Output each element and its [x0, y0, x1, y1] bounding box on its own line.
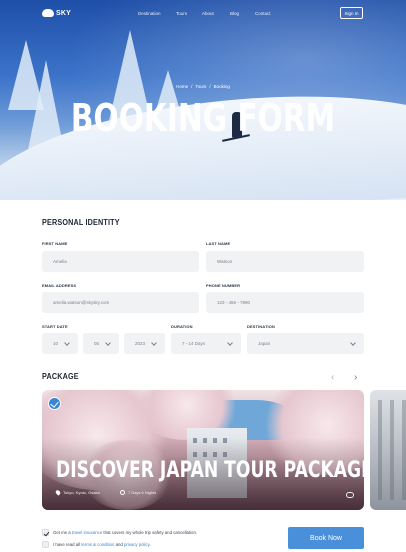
- nav-link-about[interactable]: About: [202, 11, 230, 16]
- sign-in-button[interactable]: Sign In: [340, 7, 363, 19]
- chevron-down-icon: [105, 339, 111, 346]
- selected-check-icon[interactable]: [48, 397, 61, 410]
- package-duration-text: 7 Days 6 Nights: [128, 490, 157, 495]
- duration-value: 7 - 14 Days: [182, 341, 206, 346]
- cloud-icon: [42, 9, 54, 17]
- package-location-text: Tokyo, Kyoto, Osaka: [63, 490, 100, 495]
- breadcrumb-booking: Booking: [213, 84, 230, 89]
- start-month-value: 05: [94, 341, 100, 346]
- travel-insurance-link[interactable]: travel insurance: [72, 530, 102, 535]
- nav-link-tours[interactable]: Tours: [176, 11, 202, 16]
- package-location: Tokyo, Kyoto, Osaka: [54, 489, 100, 496]
- hero-banner: SKY Destination Tours About Blog Contact…: [0, 0, 406, 200]
- email-label: EMAIL ADDRESS: [42, 283, 77, 288]
- package-card-japan[interactable]: DISCOVER JAPAN TOUR PACKAGE Tokyo, Kyoto…: [42, 390, 364, 510]
- email-input[interactable]: amelia.watson@skysky.com: [42, 292, 199, 313]
- chevron-left-icon[interactable]: ‹: [331, 372, 334, 383]
- start-year-select[interactable]: 2023: [124, 333, 165, 354]
- breadcrumb-tours[interactable]: Tours: [195, 84, 206, 89]
- chevron-down-icon: [151, 339, 157, 346]
- phone-input[interactable]: 123 - 456 - 7890: [206, 292, 364, 313]
- first-name-label: FIRST NAME: [42, 241, 68, 246]
- phone-label: PHONE NUMBER: [206, 283, 241, 288]
- comment-icon: [346, 492, 354, 498]
- page-title: BOOKING FORM: [70, 96, 336, 140]
- duration-label: DURATION: [171, 324, 193, 329]
- logo[interactable]: SKY: [42, 9, 71, 17]
- top-nav: SKY Destination Tours About Blog Contact…: [0, 0, 406, 28]
- destination-label: DESTINATION: [247, 324, 275, 329]
- terms-text-pre: I have read all: [53, 542, 82, 547]
- logo-text: SKY: [56, 9, 71, 17]
- breadcrumb: Home / Tours / Booking: [176, 84, 230, 89]
- terms-checkbox[interactable]: [42, 541, 49, 548]
- destination-select[interactable]: Japan: [247, 333, 364, 354]
- nav-link-destination[interactable]: Destination: [138, 11, 176, 16]
- terms-text: I have read all terms & condition and pr…: [53, 542, 151, 547]
- clock-icon: [120, 490, 125, 495]
- package-heading: PACKAGE: [42, 372, 79, 381]
- chevron-right-icon[interactable]: ›: [354, 372, 357, 383]
- start-day-value: 10: [53, 341, 59, 346]
- chevron-down-icon: [227, 339, 233, 346]
- first-name-input[interactable]: Amelia: [42, 251, 199, 272]
- privacy-policy-link[interactable]: privacy policy: [124, 542, 149, 547]
- package-card-next[interactable]: [370, 390, 406, 510]
- insurance-checkbox[interactable]: [42, 529, 49, 536]
- breadcrumb-home[interactable]: Home: [176, 84, 188, 89]
- start-year-value: 2023: [135, 341, 146, 346]
- last-name-input[interactable]: Watson: [206, 251, 364, 272]
- insurance-text-post: that covers my whole trip safety and can…: [102, 530, 198, 535]
- nav-links: Destination Tours About Blog Contact: [138, 11, 271, 16]
- insurance-text-pre: Get me a: [53, 530, 72, 535]
- nav-link-blog[interactable]: Blog: [230, 11, 255, 16]
- start-day-select[interactable]: 10: [42, 333, 78, 354]
- package-duration: 7 Days 6 Nights: [120, 490, 156, 495]
- destination-value: Japan: [258, 341, 271, 346]
- terms-text-mid: and: [114, 542, 124, 547]
- book-now-button[interactable]: Book Now: [288, 527, 364, 549]
- chevron-down-icon: [350, 339, 356, 346]
- terms-text-post: .: [149, 542, 151, 547]
- location-pin-icon: [54, 489, 62, 496]
- personal-identity-heading: PERSONAL IDENTITY: [42, 218, 120, 227]
- package-title: DISCOVER JAPAN TOUR PACKAGE: [56, 458, 364, 483]
- insurance-text: Get me a travel insurance that covers my…: [53, 530, 197, 535]
- duration-select[interactable]: 7 - 14 Days: [171, 333, 241, 354]
- last-name-label: LAST NAME: [206, 241, 231, 246]
- nav-link-contact[interactable]: Contact: [255, 11, 271, 16]
- start-date-label: START DATE: [42, 324, 68, 329]
- chevron-down-icon: [64, 339, 70, 346]
- start-month-select[interactable]: 05: [83, 333, 119, 354]
- terms-link[interactable]: terms & condition: [81, 542, 114, 547]
